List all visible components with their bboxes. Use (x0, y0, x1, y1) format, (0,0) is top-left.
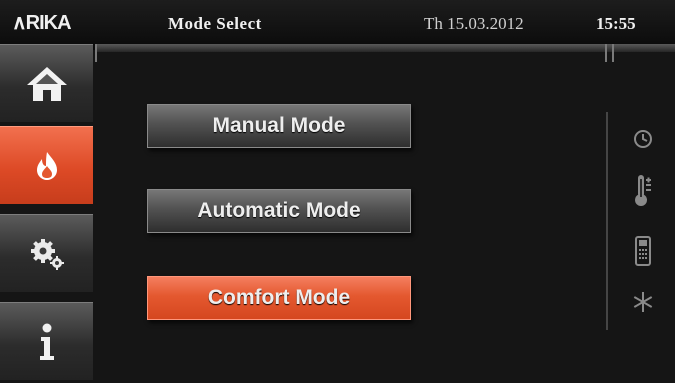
divider (605, 44, 607, 62)
snowflake-icon (633, 292, 653, 312)
status-divider (606, 112, 608, 330)
automatic-mode-button[interactable]: Automatic Mode (147, 189, 411, 233)
remote-status (628, 236, 658, 266)
flame-icon (36, 151, 57, 180)
page-title: Mode Select (168, 14, 262, 33)
divider (612, 44, 614, 62)
divider (95, 44, 97, 62)
thermometer-icon (635, 175, 651, 206)
frost-status (628, 287, 658, 317)
comfort-mode-button[interactable]: Comfort Mode (147, 276, 411, 320)
sidebar-item-home[interactable] (0, 44, 93, 122)
home-icon (26, 66, 67, 101)
sidebar-item-heating[interactable] (0, 126, 93, 204)
time-display: 15:55 (596, 14, 636, 33)
sidebar-item-settings[interactable] (0, 214, 93, 292)
clock-status (628, 124, 658, 154)
manual-mode-button[interactable]: Manual Mode (147, 104, 411, 148)
date-display: Th 15.03.2012 (424, 14, 524, 33)
sidebar-nav (0, 44, 93, 383)
info-icon (39, 323, 54, 360)
rika-logo: ∧RIKA (12, 12, 72, 34)
header-divider (95, 44, 675, 52)
thermometer-status (628, 175, 658, 206)
gears-icon (30, 238, 64, 270)
clock-icon (634, 130, 652, 148)
top-bar: ∧RIKA Mode Select Th 15.03.2012 15:55 (0, 0, 675, 52)
remote-icon (635, 236, 651, 266)
sidebar-item-info[interactable] (0, 302, 93, 380)
